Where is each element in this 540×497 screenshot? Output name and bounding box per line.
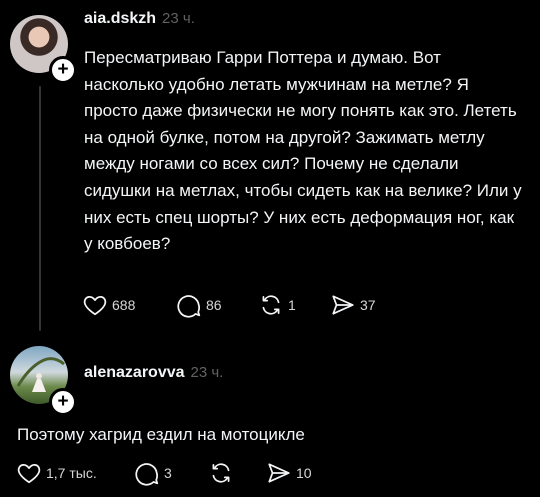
heart-icon <box>83 296 107 316</box>
share-count: 10 <box>296 465 312 481</box>
comment-bubble-icon <box>135 463 159 486</box>
comment-bubble-icon <box>177 295 201 318</box>
comment-count: 3 <box>164 465 172 481</box>
post-header: alenazarovva 23 ч. <box>84 364 223 382</box>
like-count: 1,7 тыс. <box>46 465 97 481</box>
like-button[interactable]: 688 <box>82 292 176 318</box>
share-count: 37 <box>360 297 376 313</box>
username[interactable]: aia.dskzh <box>84 10 156 28</box>
like-button[interactable]: 1,7 тыс. <box>16 460 134 486</box>
repost-count: 1 <box>288 297 296 313</box>
send-plane-icon <box>332 295 354 315</box>
timestamp: 23 ч. <box>162 10 195 27</box>
send-plane-icon <box>268 463 290 483</box>
post-header: aia.dskzh 23 ч. <box>84 10 195 28</box>
comment-count: 86 <box>206 297 222 313</box>
share-button[interactable]: 37 <box>330 292 376 318</box>
post-actions: 1,7 тыс. 3 10 <box>16 460 312 486</box>
share-button[interactable]: 10 <box>266 460 312 486</box>
follow-plus-icon[interactable]: + <box>49 388 77 416</box>
repost-arrows-icon <box>212 463 230 483</box>
comment-button[interactable]: 86 <box>176 292 258 318</box>
comment-button[interactable]: 3 <box>134 460 208 486</box>
repost-arrows-icon <box>262 295 280 315</box>
username[interactable]: alenazarovva <box>84 364 185 382</box>
timestamp: 23 ч. <box>190 364 224 381</box>
thread-line <box>39 86 41 331</box>
post-actions: 688 86 1 37 <box>82 292 376 318</box>
follow-plus-icon[interactable]: + <box>49 56 77 84</box>
heart-icon <box>17 464 41 484</box>
repost-button[interactable]: 1 <box>258 292 330 318</box>
like-count: 688 <box>112 297 136 313</box>
post-text: Поэтому хагрид ездил на мотоцикле <box>17 425 305 444</box>
post-text: Пересматриваю Гарри Поттера и думаю. Вот… <box>84 48 522 254</box>
repost-button[interactable] <box>208 460 266 486</box>
